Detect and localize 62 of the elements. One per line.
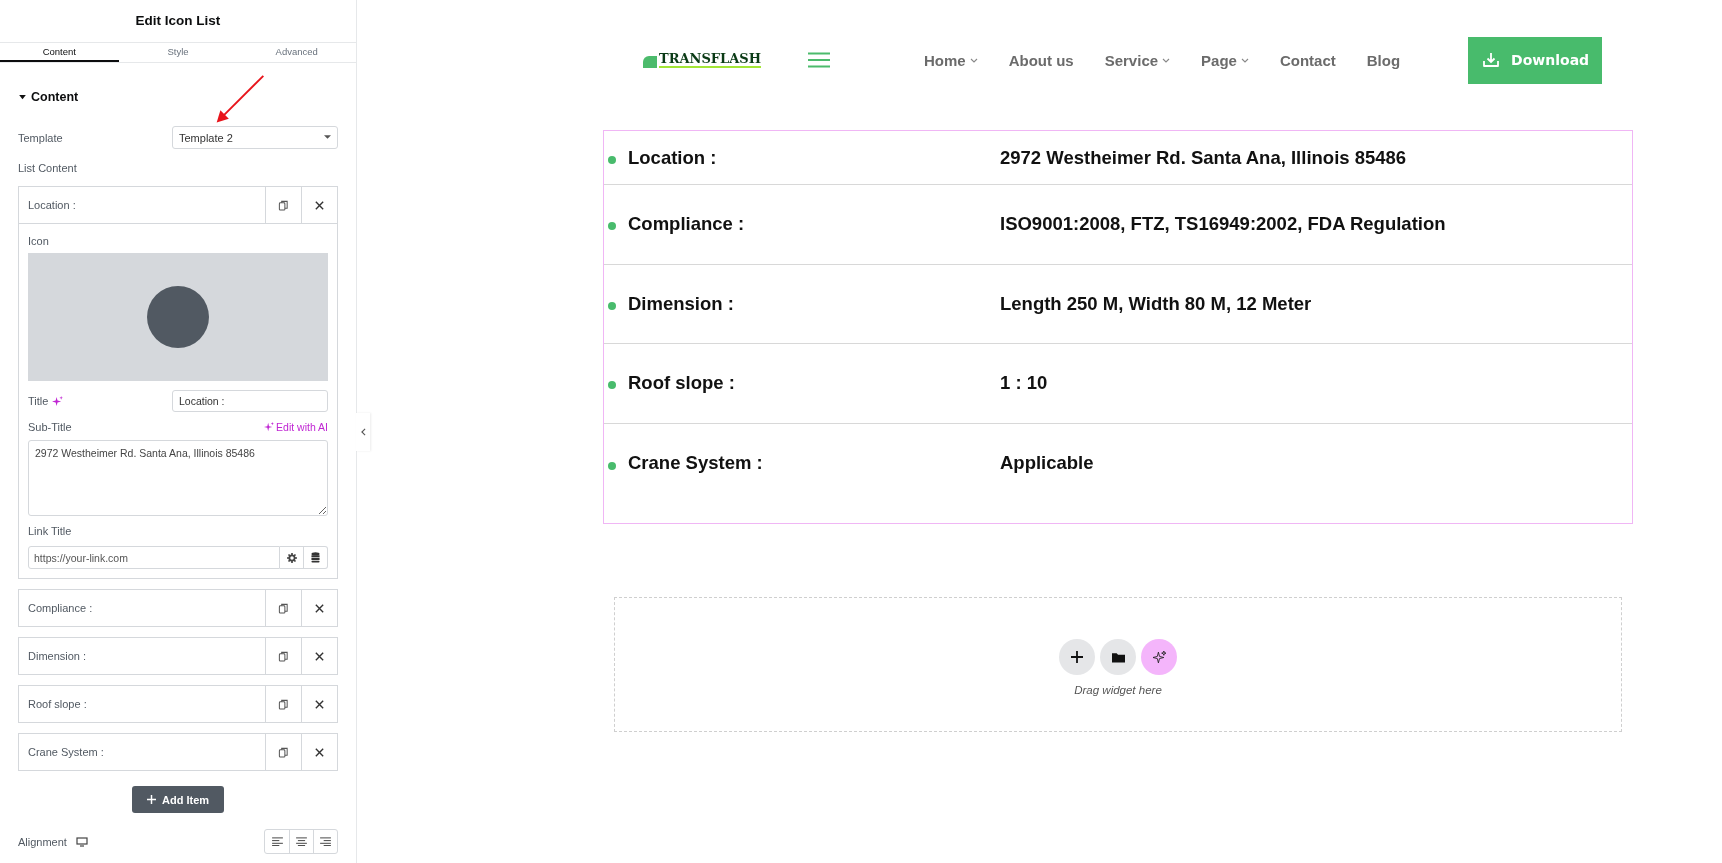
field-label: Alignment [18, 835, 67, 848]
template-select[interactable]: Template 2 [172, 126, 338, 149]
plus-icon[interactable] [146, 795, 156, 804]
nav-link[interactable]: Blog [1366, 51, 1401, 69]
icon-list-widget[interactable] [603, 130, 1633, 524]
caret-icon[interactable] [19, 94, 26, 100]
bullet-icon [608, 301, 616, 310]
field-label: Icon [28, 235, 50, 247]
chevron-left-icon[interactable] [360, 428, 366, 436]
database-icon[interactable] [304, 546, 328, 569]
menu-icon[interactable] [808, 52, 830, 68]
list-item-title: Location : [628, 146, 718, 169]
title-input[interactable]: Location : [172, 390, 328, 412]
bullet-icon [608, 461, 616, 470]
settings-icon[interactable] [280, 546, 304, 569]
list-item-subtitle: ISO9001:2008, FTZ, TS16949:2002, FDA Regulation [1000, 213, 1446, 236]
sparkle-icon[interactable] [52, 395, 64, 407]
field-label: Link Title [28, 525, 73, 537]
panel-tab[interactable]: Advanced [237, 43, 356, 62]
list-item-title: Compliance : [628, 213, 746, 236]
chevron-down-icon[interactable] [969, 57, 978, 63]
nav-link[interactable]: Service [1104, 51, 1171, 69]
nav-link[interactable]: Home [924, 51, 978, 69]
add-item-button[interactable]: Add Item [131, 786, 225, 813]
sparkle-icon[interactable] [264, 422, 275, 432]
list-item-subtitle: 2972 Westheimer Rd. Santa Ana, Illinois 85486 [1000, 146, 1407, 169]
list-item-subtitle: Length 250 M, Width 80 M, 12 Meter [1000, 292, 1312, 315]
repeater-item-title[interactable]: Location : [19, 187, 265, 223]
caret-icon[interactable] [324, 135, 331, 140]
list-item-title: Dimension : [628, 292, 735, 315]
nav-link[interactable]: Page [1201, 51, 1249, 69]
bullet-icon [608, 222, 616, 231]
download-icon[interactable] [1481, 50, 1502, 70]
site-logo[interactable]: TRANSFLASH [659, 52, 761, 68]
add-icon[interactable] [1059, 639, 1095, 675]
logo-icon [643, 56, 657, 68]
desktop-icon[interactable] [75, 836, 88, 847]
panel-tab[interactable]: Style [118, 43, 238, 62]
link-input[interactable]: https://your-link.com [28, 546, 280, 569]
nav-link[interactable]: About us [1008, 51, 1074, 69]
sparkle-icon[interactable] [1141, 639, 1177, 675]
bullet-icon [608, 381, 616, 390]
field-label: Template [18, 131, 63, 144]
folder-icon[interactable] [1100, 639, 1136, 675]
bullet-icon [608, 155, 616, 164]
list-item-title: Roof slope : [628, 372, 736, 395]
section-title: Content [31, 90, 79, 104]
nav-link[interactable]: Contact [1279, 51, 1336, 69]
field-label: Sub-Title [28, 421, 72, 433]
chevron-down-icon[interactable] [1162, 57, 1171, 63]
panel-title: Edit Icon List [134, 12, 222, 29]
drop-hint: Drag widget here [1074, 684, 1162, 696]
list-item-subtitle: 1 : 10 [1000, 372, 1048, 395]
edit-with-ai-link[interactable]: Edit with AI [264, 421, 328, 433]
field-label: Title [28, 395, 49, 407]
subtitle-textarea[interactable]: 2972 Westheimer Rd. Santa Ana, Illinois 85486 [28, 440, 328, 516]
icon-preview[interactable] [28, 253, 328, 381]
list-item-subtitle: Applicable [1000, 451, 1094, 474]
list-item-title: Crane System : [628, 451, 764, 474]
field-label: List Content [18, 162, 78, 174]
panel-tab[interactable]: Content [0, 43, 119, 62]
chevron-down-icon[interactable] [1240, 57, 1249, 63]
